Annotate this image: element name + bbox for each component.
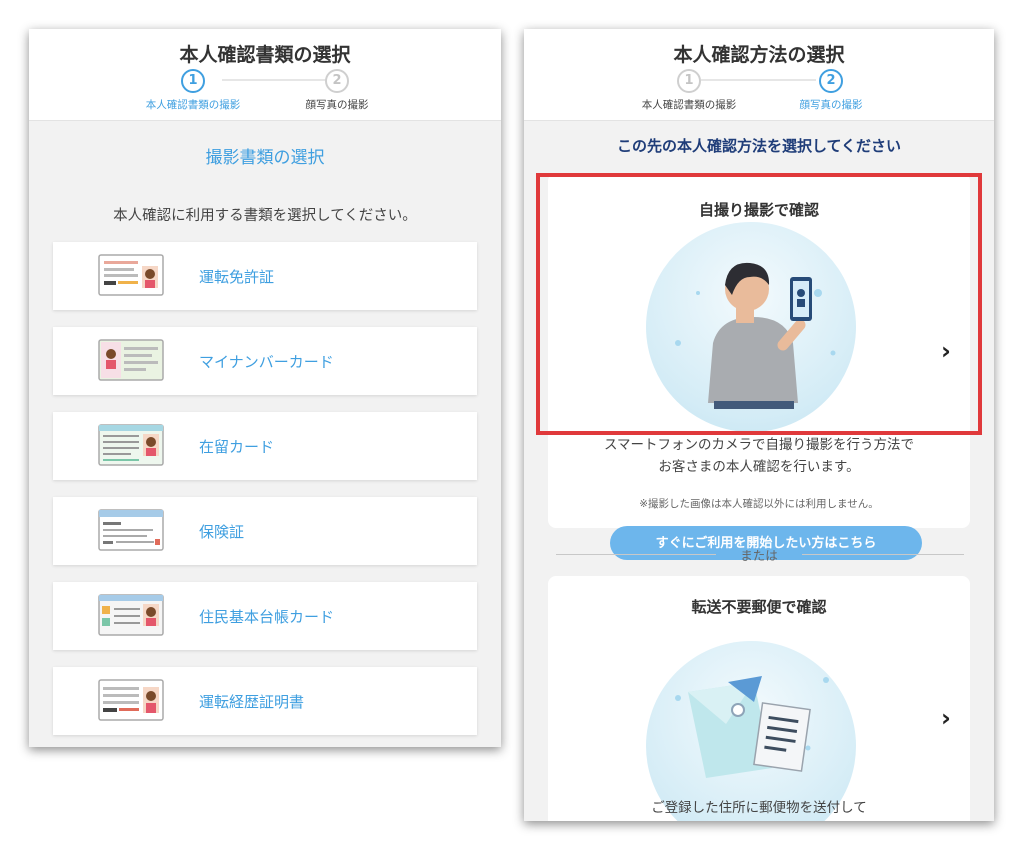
chevron-right-icon[interactable]: › <box>941 704 951 732</box>
instruction-text: 本人確認に利用する書類を選択してください。 <box>113 208 417 224</box>
section-title: 撮影書類の選択 <box>205 148 325 168</box>
screen-title: 本人確認書類の選択 <box>179 44 351 66</box>
mail-method-card[interactable]: 転送不要郵便で確認 › ご登録した住所に郵便物を送付して <box>548 576 970 821</box>
screen-title: 本人確認方法の選択 <box>673 44 845 66</box>
document-label: 運転経歴証明書 <box>199 693 305 711</box>
document-label: マイナンバーカード <box>199 353 334 371</box>
selfie-note: ※撮影した画像は本人確認以外には利用しません。 <box>639 498 879 510</box>
mail-description-line1: ご登録した住所に郵便物を送付して <box>651 800 867 816</box>
selfie-description-line1: スマートフォンのカメラで自撮り撮影を行う方法で <box>603 437 915 453</box>
method-prompt: この先の本人確認方法を選択してください <box>616 137 902 155</box>
document-option-driving-history-certificate[interactable]: 運転経歴証明書 <box>53 667 477 735</box>
document-label: 住民基本台帳カード <box>199 608 335 626</box>
document-selection-screen: 本人確認書類の選択 1 2 本人確認書類の撮影 顔写真の撮影 撮影書類の選択 本… <box>29 29 501 747</box>
step-2-indicator: 2 <box>325 69 349 93</box>
document-option-residence-card[interactable]: 在留カード <box>53 412 477 480</box>
selfie-description-line2: お客さまの本人確認を行います。 <box>658 459 860 475</box>
step-connector <box>222 79 330 81</box>
screen-header: 本人確認書類の選択 1 2 本人確認書類の撮影 顔写真の撮影 <box>29 29 501 121</box>
screen-header: 本人確認方法の選択 1 2 本人確認書類の撮影 顔写真の撮影 <box>524 29 994 121</box>
mail-envelope-illustration <box>675 676 829 778</box>
document-option-my-number-card[interactable]: マイナンバーカード <box>53 327 477 395</box>
selfie-highlight-frame <box>536 173 982 435</box>
document-label: 在留カード <box>199 438 275 456</box>
insurance-card-icon <box>98 509 164 551</box>
document-option-drivers-license[interactable]: 運転免許証 <box>53 242 477 310</box>
verification-method-screen: 本人確認方法の選択 1 2 本人確認書類の撮影 顔写真の撮影 この先の本人確認方… <box>524 29 994 821</box>
document-label: 運転免許証 <box>199 268 275 286</box>
step-2-label: 顔写真の撮影 <box>305 99 369 111</box>
document-label: 保険証 <box>199 523 245 541</box>
step-1-indicator: 1 <box>677 69 701 93</box>
step-2-label: 顔写真の撮影 <box>799 99 863 111</box>
residence-card-icon <box>98 424 164 466</box>
document-option-insurance-card[interactable]: 保険証 <box>53 497 477 565</box>
resident-registry-card-icon <box>98 594 164 636</box>
drivers-license-icon <box>98 254 164 296</box>
document-option-resident-registry-card[interactable]: 住民基本台帳カード <box>53 582 477 650</box>
divider-text: または <box>740 548 778 563</box>
step-1-indicator: 1 <box>181 69 205 93</box>
step-2-indicator: 2 <box>819 69 843 93</box>
mail-method-title: 転送不要郵便で確認 <box>691 598 827 616</box>
driving-history-certificate-icon <box>98 679 164 721</box>
my-number-card-icon <box>98 339 164 381</box>
step-connector <box>701 79 816 81</box>
step-1-label: 本人確認書類の撮影 <box>641 99 737 111</box>
step-1-label: 本人確認書類の撮影 <box>145 99 241 111</box>
